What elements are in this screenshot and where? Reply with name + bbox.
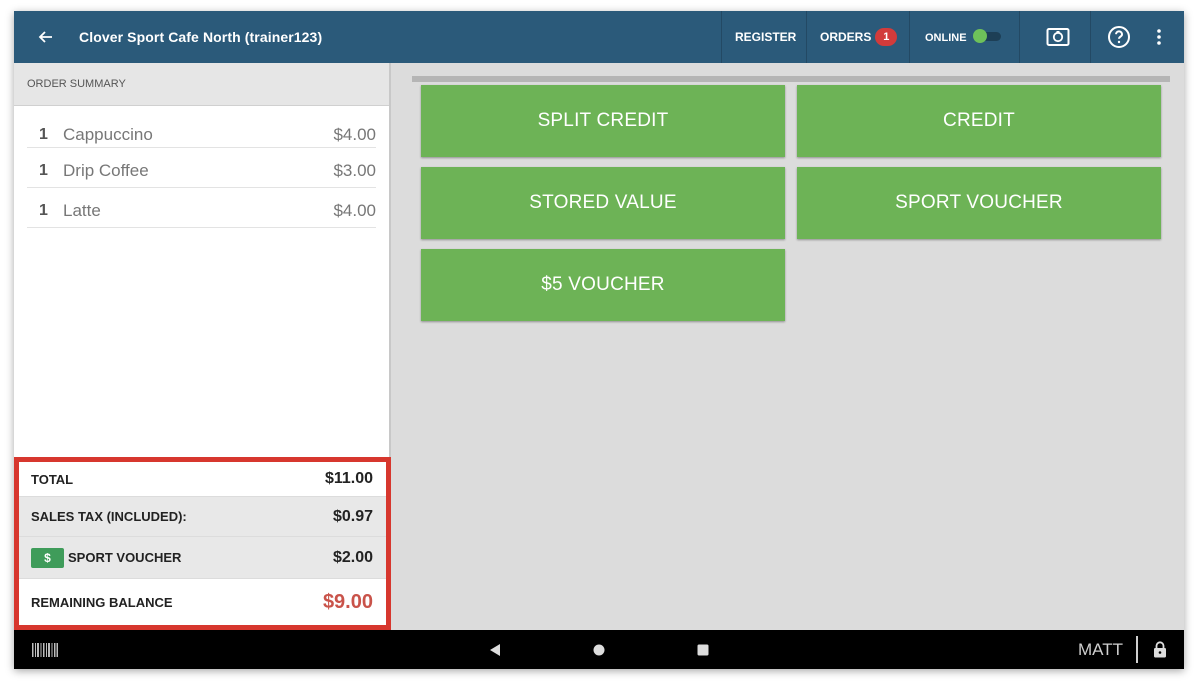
item-quantity: 1 (39, 201, 48, 219)
item-name: Cappuccino (63, 124, 153, 144)
item-price: $4.00 (333, 124, 376, 144)
system-nav-bar: MATT (14, 630, 1184, 669)
order-item-row[interactable]: 1 Cappuccino $4.00 (27, 106, 376, 148)
lock-icon[interactable] (1150, 630, 1170, 669)
remaining-balance-row: REMAINING BALANCE $9.00 (19, 579, 386, 625)
device-screen: Clover Sport Cafe North (trainer123) REG… (14, 11, 1184, 669)
nav-recents-icon[interactable] (692, 630, 714, 669)
order-item-row[interactable]: 1 Drip Coffee $3.00 (27, 148, 376, 188)
sales-tax-label: SALES TAX (INCLUDED): (31, 509, 187, 524)
back-arrow-icon[interactable] (32, 24, 58, 50)
help-icon[interactable] (1106, 24, 1132, 50)
online-switch[interactable] (972, 29, 1003, 43)
remaining-balance-label: REMAINING BALANCE (31, 594, 173, 610)
tender-panel: SPLIT CREDIT CREDIT STORED VALUE SPORT V… (391, 63, 1184, 630)
online-toggle[interactable]: ONLINE (925, 11, 1003, 63)
order-summary-header: ORDER SUMMARY (14, 63, 389, 106)
divider (412, 76, 1170, 82)
divider (1019, 11, 1020, 63)
online-label: ONLINE (925, 32, 967, 44)
divider (909, 11, 910, 63)
item-price: $4.00 (333, 200, 376, 220)
dollar-icon: $ (31, 547, 64, 568)
item-price: $3.00 (333, 160, 376, 180)
payment-label: SPORT VOUCHER (68, 550, 182, 565)
divider (721, 11, 722, 63)
credit-button[interactable]: CREDIT (797, 85, 1161, 157)
register-button[interactable]: REGISTER (735, 11, 796, 63)
item-name: Drip Coffee (63, 160, 149, 180)
sales-tax-row: SALES TAX (INCLUDED): $0.97 (19, 497, 386, 537)
order-summary-panel: ORDER SUMMARY 1 Cappuccino $4.00 1 Drip Coff… (14, 63, 391, 630)
divider (806, 11, 807, 63)
total-label: TOTAL (31, 471, 74, 487)
item-name: Latte (63, 200, 101, 220)
item-quantity: 1 (39, 125, 48, 143)
more-menu-icon[interactable] (1146, 24, 1172, 50)
totals-box: TOTAL $11.00 SALES TAX (INCLUDED): $0.97… (14, 457, 391, 630)
split-credit-button[interactable]: SPLIT CREDIT (421, 85, 785, 157)
order-item-list: 1 Cappuccino $4.00 1 Drip Coffee $3.00 1 Latte $… (14, 106, 389, 228)
cash-drawer-icon[interactable] (1045, 24, 1071, 50)
five-dollar-voucher-button[interactable]: $5 VOUCHER (421, 249, 785, 321)
employee-name[interactable]: MATT (1078, 630, 1123, 669)
remaining-balance-value: $9.00 (322, 590, 373, 613)
orders-label: ORDERS (820, 30, 872, 44)
sales-tax-value: $0.97 (332, 507, 373, 525)
order-item-row[interactable]: 1 Latte $4.00 (27, 188, 376, 228)
stored-value-button[interactable]: STORED VALUE (421, 167, 785, 239)
payment-row: $ SPORT VOUCHER $2.00 (19, 537, 386, 579)
total-row: TOTAL $11.00 (19, 462, 386, 497)
sport-voucher-button[interactable]: SPORT VOUCHER (797, 167, 1161, 239)
item-quantity: 1 (39, 161, 48, 179)
page-title: Clover Sport Cafe North (trainer123) (79, 29, 323, 45)
barcode-icon[interactable] (32, 630, 58, 669)
divider (1136, 636, 1138, 663)
nav-home-icon[interactable] (588, 630, 610, 669)
orders-button[interactable]: ORDERS 1 (820, 11, 898, 63)
divider (1090, 11, 1091, 63)
orders-count-badge: 1 (875, 28, 898, 46)
nav-back-icon[interactable] (484, 630, 506, 669)
total-value: $11.00 (324, 470, 373, 487)
payment-value: $2.00 (332, 548, 373, 566)
top-bar: Clover Sport Cafe North (trainer123) REG… (14, 11, 1184, 63)
